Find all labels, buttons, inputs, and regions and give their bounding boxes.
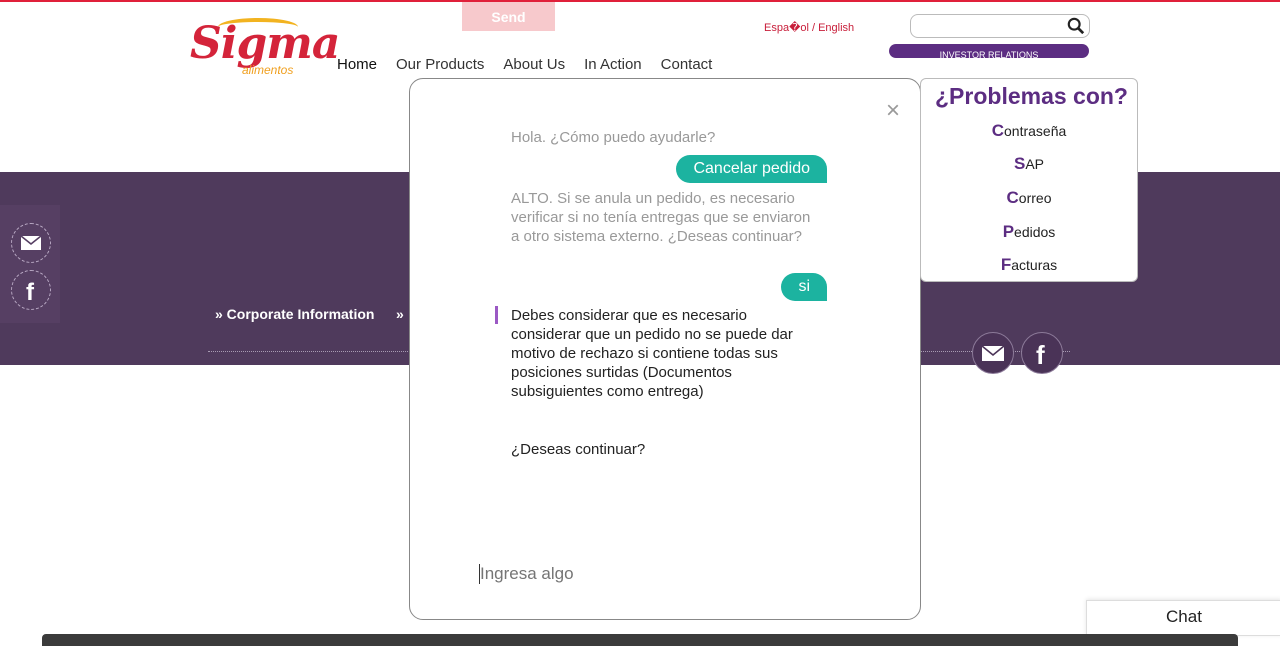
problem-link-facturas[interactable]: Facturas: [921, 255, 1137, 275]
top-accent-line: [0, 0, 1280, 2]
footer-more-link[interactable]: »: [396, 306, 404, 322]
text-cursor: [479, 564, 480, 584]
problems-title: ¿Problemas con?: [935, 83, 1128, 109]
chat-input[interactable]: [478, 559, 862, 589]
corporate-information-link[interactable]: » Corporate Information: [215, 306, 374, 322]
main-nav: Home Our Products About Us In Action Con…: [337, 56, 712, 73]
problem-link-correo[interactable]: Correo: [921, 188, 1137, 208]
chat-message-user: Cancelar pedido: [676, 155, 827, 183]
language-switch[interactable]: Espa�ol / English: [764, 21, 854, 34]
logo-word: Sigma: [190, 18, 340, 69]
os-dock: [42, 634, 1238, 646]
footer-facebook-link[interactable]: f: [1021, 332, 1063, 374]
chat-launcher-button[interactable]: Chat: [1086, 600, 1280, 636]
chat-dialog: × Hola. ¿Cómo puedo ayudarle? Cancelar p…: [409, 78, 921, 620]
left-email-link[interactable]: [11, 223, 51, 263]
nav-our-products[interactable]: Our Products: [396, 56, 484, 73]
chat-message-bot: Debes considerar que es necesario consid…: [511, 307, 793, 400]
logo-sub: alimentos: [242, 63, 294, 77]
email-icon: [20, 235, 42, 250]
search-icon[interactable]: [1067, 17, 1085, 35]
chat-message-bot: ALTO. Si se anula un pedido, es necesari…: [511, 190, 811, 245]
search-input[interactable]: [917, 15, 1071, 37]
svg-text:f: f: [26, 279, 35, 306]
chat-message-bot: ¿Deseas continuar?: [511, 441, 646, 458]
nav-contact[interactable]: Contact: [661, 56, 713, 73]
facebook-icon: f: [26, 279, 35, 306]
left-social-bar: f: [0, 205, 60, 323]
facebook-icon: f: [1036, 340, 1045, 370]
problem-link-contrasena[interactable]: Contraseña: [921, 121, 1137, 141]
chat-message-bot: Hola. ¿Cómo puedo ayudarle?: [511, 129, 716, 146]
email-icon: [981, 345, 1005, 361]
close-icon[interactable]: ×: [886, 97, 900, 125]
search-box: [910, 14, 1090, 38]
problems-panel: ¿Problemas con? Contraseña SAP Correo Pe…: [920, 78, 1138, 282]
investor-relations-button[interactable]: INVESTOR RELATIONS: [889, 44, 1089, 58]
footer-email-link[interactable]: [972, 332, 1014, 374]
problem-link-sap[interactable]: SAP: [921, 154, 1137, 174]
svg-text:f: f: [1036, 340, 1045, 370]
send-button[interactable]: Send: [462, 2, 555, 31]
problem-link-pedidos[interactable]: Pedidos: [921, 222, 1137, 242]
sigma-logo[interactable]: Sigma alimentos: [188, 12, 340, 82]
left-facebook-link[interactable]: f: [11, 270, 51, 310]
nav-in-action[interactable]: In Action: [584, 56, 642, 73]
chat-message-user: si: [781, 273, 827, 301]
nav-home[interactable]: Home: [337, 56, 377, 73]
nav-about-us[interactable]: About Us: [503, 56, 565, 73]
typing-indicator-bar: [495, 306, 498, 324]
